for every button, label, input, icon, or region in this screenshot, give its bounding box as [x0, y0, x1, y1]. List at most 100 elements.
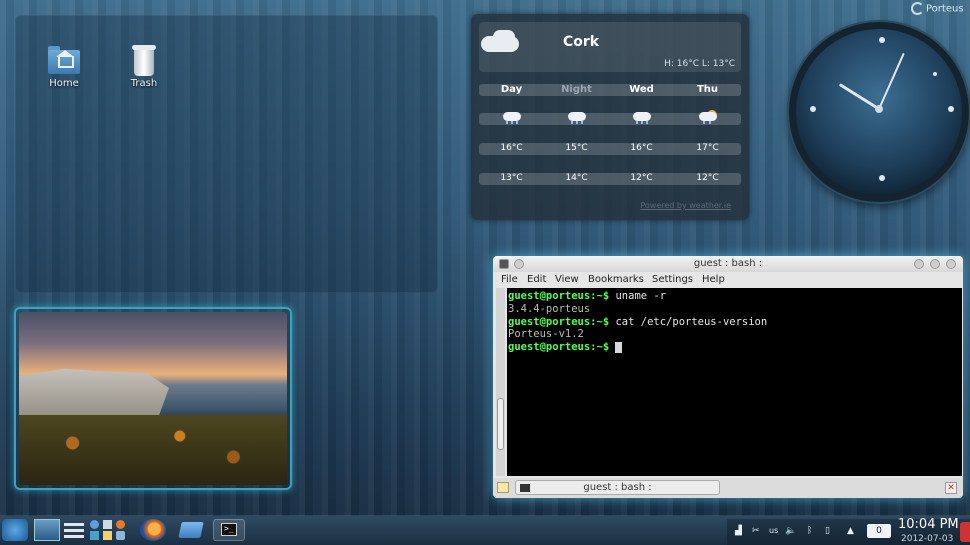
temp-low: 13°C [500, 173, 523, 183]
weather-source-link[interactable]: Powered by weather.ie [640, 201, 731, 210]
temp-high: 15°C [565, 143, 588, 153]
home-folder-icon [46, 44, 82, 76]
weather-city: Cork [563, 34, 600, 50]
window-title: guest : bash : [693, 258, 763, 269]
task-manager-icon[interactable] [64, 519, 84, 541]
minute-hand [878, 53, 905, 110]
weather-days-row: Day Night Wed Thu [479, 84, 741, 96]
temp-low: 12°C [630, 173, 653, 183]
launcher-icon[interactable] [90, 520, 99, 529]
day-name-thu: Thu [696, 84, 719, 95]
night-label: Night [561, 84, 592, 95]
power-icon[interactable] [960, 522, 970, 542]
day-name-wed: Wed [629, 84, 654, 95]
tab-guest-bash[interactable]: guest : bash : [515, 480, 720, 495]
picture-frame-widget[interactable] [14, 307, 292, 490]
terminal-line: guest@porteus:~$ cat /etc/porteus-versio… [508, 316, 962, 329]
menu-settings[interactable]: Settings [652, 274, 693, 285]
day-label: Day [500, 84, 523, 95]
sun-showers-icon [697, 110, 719, 124]
shell-command: uname -r [609, 290, 667, 302]
hour-hand [839, 83, 881, 111]
porteus-badge-label: Porteus [926, 3, 964, 15]
terminal-line: 3.4.4-porteus [508, 303, 962, 316]
konsole-tabbar: guest : bash : ✕ [493, 478, 963, 498]
porteus-badge[interactable]: Porteus [911, 2, 964, 15]
scrollbar-thumb[interactable] [497, 398, 504, 450]
desktop-icon-home[interactable]: Home [34, 44, 94, 89]
shell-prompt: guest@porteus:~$ [508, 341, 610, 354]
notification-counter[interactable]: 0 [867, 524, 891, 538]
show-desktop-icon[interactable] [34, 519, 60, 541]
temp-high: 17°C [696, 143, 719, 153]
weather-icons-row [479, 110, 741, 125]
weather-highs-row: 16°C 15°C 16°C 17°C [479, 143, 741, 155]
quick-launch-icons[interactable] [90, 519, 130, 541]
temp-low: 12°C [696, 173, 719, 183]
close-tab-icon[interactable]: ✕ [945, 482, 957, 494]
weather-widget[interactable]: Cork H: 16°C L: 13°C Day Night Wed Thu 1… [471, 14, 749, 220]
scissors-icon[interactable]: ✂ [752, 526, 760, 536]
terminal-line: guest@porteus:~$ uname -r [508, 290, 962, 303]
desktop-icon-trash[interactable]: Trash [114, 44, 174, 89]
terminal-icon: >_ [221, 523, 237, 536]
launcher-icon[interactable] [116, 520, 125, 529]
weather-high-low: H: 16°C L: 13°C [664, 59, 735, 69]
menu-edit[interactable]: Edit [527, 274, 546, 285]
desktop-icon-label: Trash [130, 78, 158, 89]
terminal-scrollbar[interactable] [496, 288, 505, 476]
weather-lows-row: 13°C 14°C 12°C 12°C [479, 173, 741, 185]
landscape-photo [19, 312, 287, 485]
taskbar-time[interactable]: 10:04 PM [898, 517, 959, 532]
terminal-line: guest@porteus:~$ [508, 341, 962, 354]
shell-command: cat /etc/porteus-version [609, 315, 768, 328]
menu-help[interactable]: Help [702, 274, 725, 285]
analog-clock-widget[interactable] [789, 22, 969, 202]
taskbar-date: 2012-07-03 [901, 534, 954, 544]
notification-icon[interactable]: ▲ [847, 526, 854, 536]
launcher-icon[interactable] [90, 531, 99, 540]
temp-high: 16°C [630, 143, 653, 153]
new-tab-icon[interactable] [497, 482, 509, 493]
clipboard-icon[interactable]: ▯ [825, 526, 830, 536]
keyboard-layout[interactable]: us [769, 526, 778, 535]
launcher-icon[interactable] [103, 520, 112, 529]
close-button[interactable] [946, 259, 956, 269]
clock-pivot [875, 105, 883, 113]
clock-hands [839, 53, 905, 113]
shell-prompt: guest@porteus:~$ [508, 290, 610, 302]
terminal-line: Porteus-v1.2 [508, 328, 962, 341]
command-output: 3.4.4-porteus [508, 302, 591, 315]
terminal-output[interactable]: guest@porteus:~$ uname -r 3.4.4-porteus … [507, 288, 962, 476]
weather-header: Cork H: 16°C L: 13°C [479, 22, 741, 72]
konsole-window[interactable]: guest : bash : File Edit View Bookmarks … [493, 256, 963, 498]
porteus-logo-icon [911, 2, 924, 15]
konsole-menubar: File Edit View Bookmarks Settings Help [493, 273, 963, 288]
tab-label: guest : bash : [583, 482, 652, 493]
shell-prompt: guest@porteus:~$ [508, 315, 610, 328]
file-manager-icon[interactable] [176, 519, 206, 541]
application-launcher-icon[interactable] [2, 519, 28, 541]
text-cursor [615, 341, 623, 353]
temp-low: 14°C [565, 173, 588, 183]
cloud-puff [493, 30, 515, 44]
rain-icon [566, 110, 588, 124]
launcher-icon[interactable] [116, 531, 125, 540]
launcher-icon[interactable] [103, 531, 112, 540]
window-titlebar[interactable]: guest : bash : [493, 256, 963, 272]
menu-view[interactable]: View [555, 274, 579, 285]
temp-high: 16°C [500, 143, 523, 153]
menu-file[interactable]: File [501, 274, 518, 285]
taskbar-konsole-button[interactable]: >_ [213, 519, 245, 541]
trash-icon [126, 44, 162, 76]
rain-icon [631, 110, 653, 124]
network-icon[interactable]: ▟ [735, 526, 742, 536]
minimize-button[interactable] [914, 259, 924, 269]
maximize-button[interactable] [930, 259, 940, 269]
volume-icon[interactable]: 🔈 [785, 526, 796, 536]
command-output: Porteus-v1.2 [508, 328, 584, 341]
rain-icon [501, 110, 523, 124]
firefox-icon[interactable] [140, 519, 166, 541]
bluetooth-icon[interactable]: ᛒ [807, 526, 812, 536]
menu-bookmarks[interactable]: Bookmarks [588, 274, 644, 285]
